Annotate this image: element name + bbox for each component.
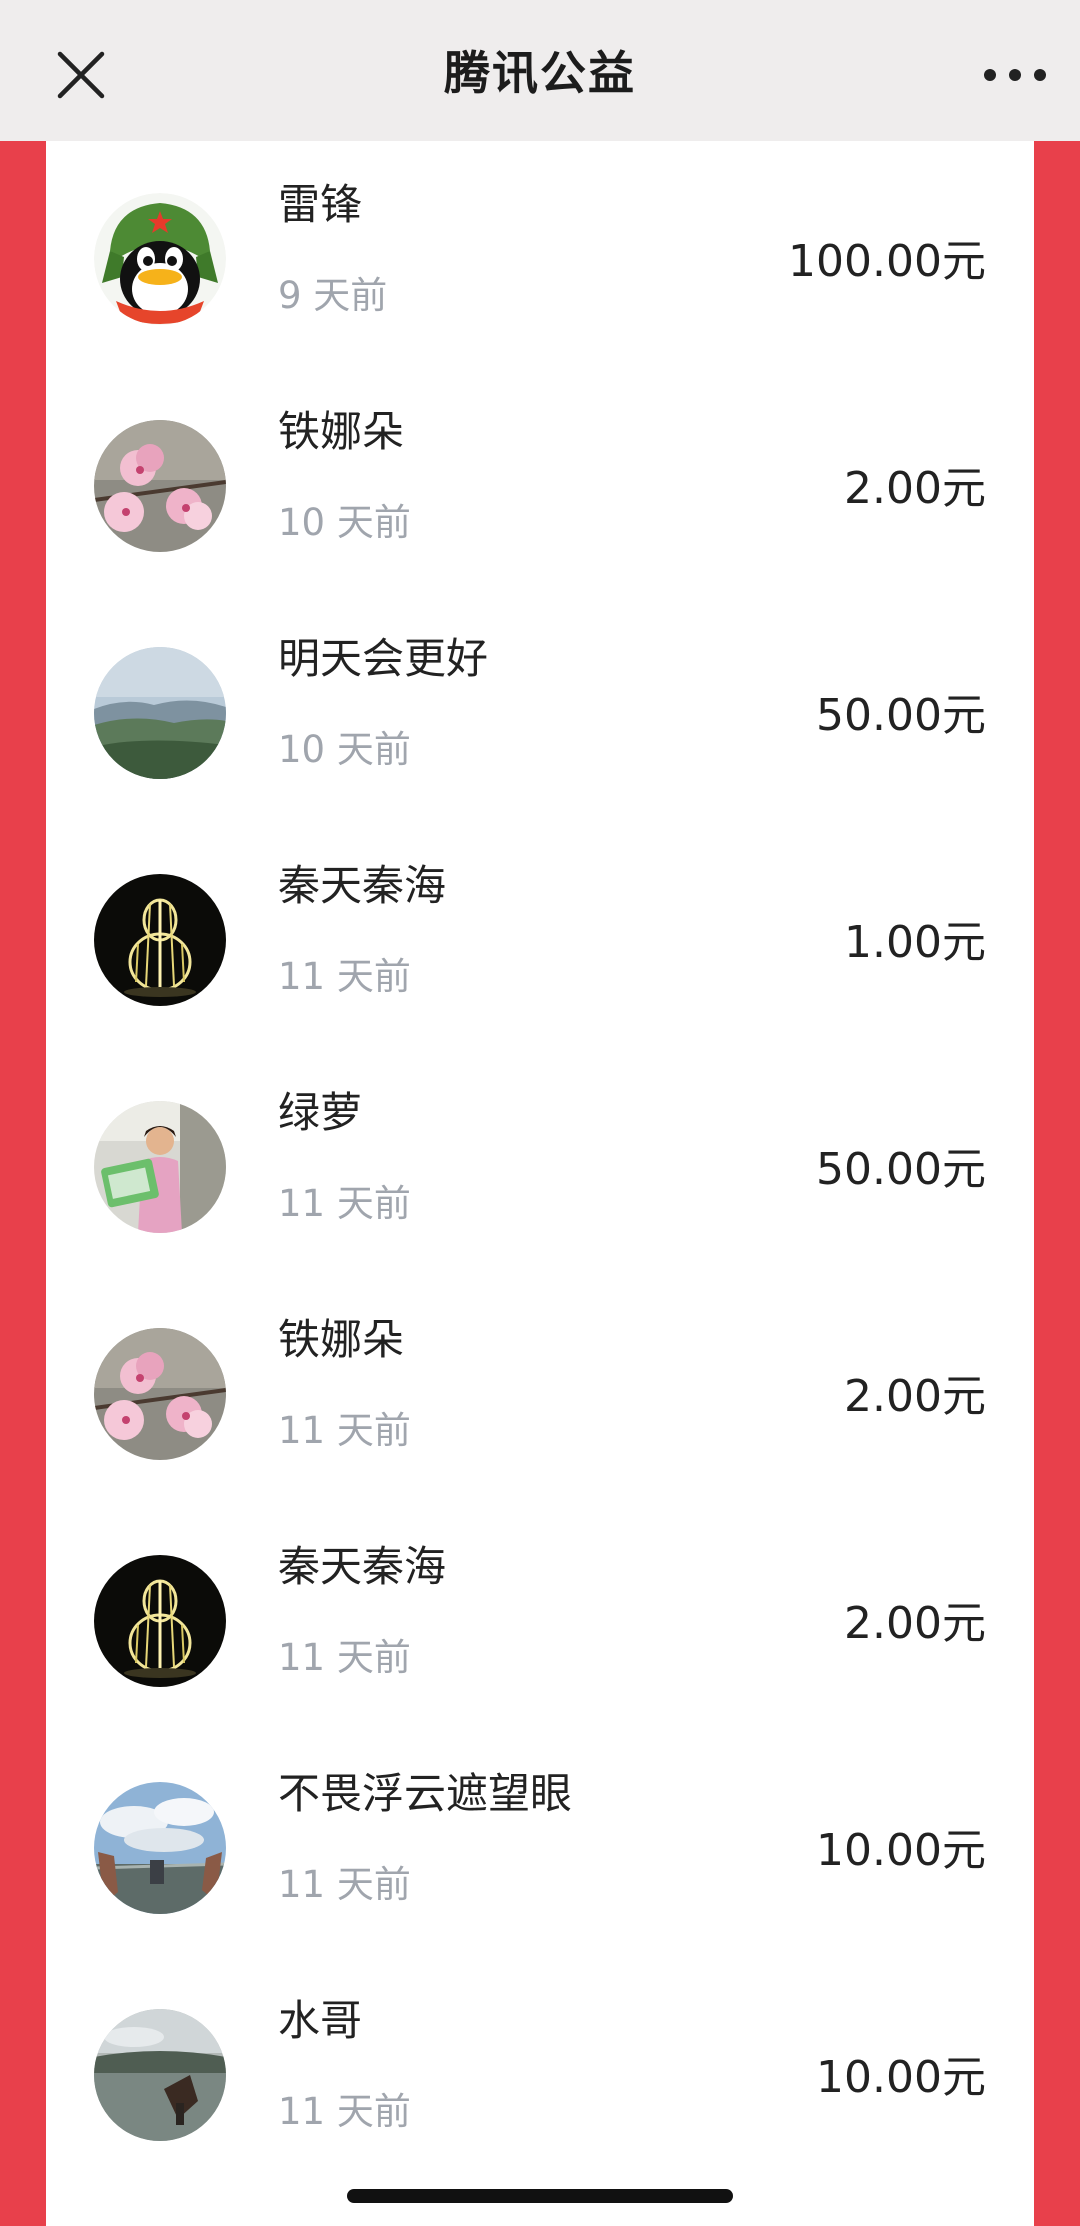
donation-row[interactable]: 秦天秦海 11 天前 1.00元 bbox=[46, 822, 1034, 1049]
donation-amount: 2.00元 bbox=[844, 463, 986, 514]
more-horizontal-icon bbox=[984, 69, 1046, 81]
donation-row[interactable]: 水哥 11 天前 10.00元 bbox=[46, 1957, 1034, 2184]
donation-row[interactable]: 铁娜朵 11 天前 2.00元 bbox=[46, 1276, 1034, 1503]
donation-amount: 100.00元 bbox=[788, 236, 986, 287]
donation-amount: 10.00元 bbox=[816, 1825, 986, 1876]
girl-photo-avatar bbox=[94, 1101, 226, 1233]
donation-time: 11 天前 bbox=[278, 955, 411, 998]
donor-name: 秦天秦海 bbox=[278, 861, 447, 910]
gourd-lights-avatar bbox=[94, 1555, 226, 1687]
donor-name: 雷锋 bbox=[278, 180, 363, 229]
gourd-lights-avatar bbox=[94, 874, 226, 1006]
donor-name: 秦天秦海 bbox=[278, 1542, 447, 1591]
donation-amount: 1.00元 bbox=[844, 917, 986, 968]
donor-name: 明天会更好 bbox=[278, 634, 489, 683]
donor-name: 绿萝 bbox=[278, 1088, 363, 1137]
donation-amount: 10.00元 bbox=[816, 2052, 986, 2103]
page-title: 腾讯公益 bbox=[444, 46, 636, 100]
donation-time: 11 天前 bbox=[278, 1636, 411, 1679]
donation-time: 11 天前 bbox=[278, 2090, 411, 2133]
donation-row[interactable]: 不畏浮云遮望眼 11 天前 10.00元 bbox=[46, 1730, 1034, 1957]
right-red-border bbox=[1034, 141, 1080, 2226]
donation-amount: 50.00元 bbox=[816, 1144, 986, 1195]
donation-amount: 2.00元 bbox=[844, 1371, 986, 1422]
donation-time: 11 天前 bbox=[278, 1182, 411, 1225]
pink-blossom-avatar bbox=[94, 420, 226, 552]
qq-penguin-avatar bbox=[94, 193, 226, 325]
donor-name: 不畏浮云遮望眼 bbox=[278, 1769, 573, 1818]
donation-row[interactable]: 秦天秦海 11 天前 2.00元 bbox=[46, 1503, 1034, 1730]
pink-blossom-avatar bbox=[94, 1328, 226, 1460]
donation-row[interactable]: 雷锋 9 天前 100.00元 bbox=[46, 141, 1034, 368]
sky-hands-avatar bbox=[94, 1782, 226, 1914]
more-button[interactable] bbox=[980, 52, 1050, 98]
home-indicator[interactable] bbox=[347, 2189, 733, 2203]
donation-row[interactable]: 明天会更好 10 天前 50.00元 bbox=[46, 595, 1034, 822]
left-red-border bbox=[0, 141, 46, 2226]
donor-name: 水哥 bbox=[278, 1996, 363, 2045]
donation-amount: 2.00元 bbox=[844, 1598, 986, 1649]
donor-name: 铁娜朵 bbox=[278, 1315, 405, 1364]
donation-time: 10 天前 bbox=[278, 728, 411, 771]
donation-time: 9 天前 bbox=[278, 274, 388, 317]
donation-time: 11 天前 bbox=[278, 1863, 411, 1906]
donation-time: 11 天前 bbox=[278, 1409, 411, 1452]
top-nav-bar: 腾讯公益 bbox=[0, 0, 1080, 141]
donor-name: 铁娜朵 bbox=[278, 407, 405, 456]
donation-row[interactable]: 铁娜朵 10 天前 2.00元 bbox=[46, 368, 1034, 595]
donation-amount: 50.00元 bbox=[816, 690, 986, 741]
mountain-landscape-avatar bbox=[94, 647, 226, 779]
donation-list: 雷锋 9 天前 100.00元 铁娜朵 10 天前 2.00元 明天会更好 10… bbox=[46, 141, 1034, 2226]
donation-time: 10 天前 bbox=[278, 501, 411, 544]
lakeside-avatar bbox=[94, 2009, 226, 2141]
donation-row[interactable]: 绿萝 11 天前 50.00元 bbox=[46, 1049, 1034, 1276]
